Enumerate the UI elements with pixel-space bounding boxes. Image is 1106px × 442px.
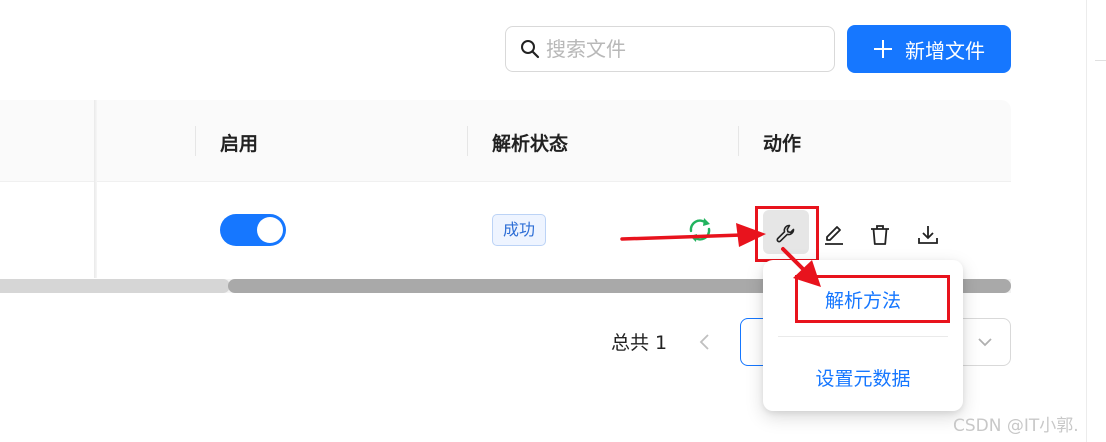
annotation-box-wrench: [755, 206, 819, 262]
refresh-icon[interactable]: [686, 215, 714, 245]
column-header-actions[interactable]: 动作: [763, 129, 801, 156]
watermark: CSDN @IT小郭.: [953, 416, 1079, 436]
file-table: 启用 解析状态 动作: [0, 100, 1011, 278]
chevron-left-icon[interactable]: [694, 330, 714, 354]
status-badge: 成功: [492, 214, 547, 246]
chevron-down-icon[interactable]: [975, 332, 995, 352]
column-header-parse-status[interactable]: 解析状态: [492, 129, 568, 156]
table-header: 启用 解析状态 动作: [0, 100, 1011, 182]
menu-divider: [778, 336, 948, 337]
search-icon: [521, 40, 540, 59]
document-list-page: 新增文件 启用 解析状态 动作 成功: [0, 0, 1106, 442]
search-box[interactable]: [505, 26, 835, 72]
header-separator: [738, 126, 739, 156]
search-input[interactable]: [546, 37, 816, 61]
annotation-box-parse-method: [795, 275, 950, 323]
scrollbar-left-segment: [0, 279, 230, 293]
enabled-toggle[interactable]: [220, 214, 286, 246]
menu-item-set-metadata[interactable]: 设置元数据: [763, 364, 963, 391]
rail-mark: [1095, 60, 1106, 61]
edit-icon[interactable]: [822, 223, 846, 247]
header-separator: [195, 126, 196, 156]
download-icon[interactable]: [916, 223, 940, 247]
add-file-label: 新增文件: [905, 38, 985, 63]
pagination-total: 总共 1: [611, 332, 668, 354]
plus-icon: [874, 40, 892, 58]
toggle-knob: [257, 217, 283, 243]
fixed-column-shadow: [94, 100, 97, 278]
delete-icon[interactable]: [868, 223, 892, 247]
header-separator: [467, 126, 468, 156]
column-header-enabled[interactable]: 启用: [220, 129, 258, 156]
add-file-button[interactable]: 新增文件: [847, 25, 1011, 73]
right-rail-divider: [1086, 0, 1087, 442]
